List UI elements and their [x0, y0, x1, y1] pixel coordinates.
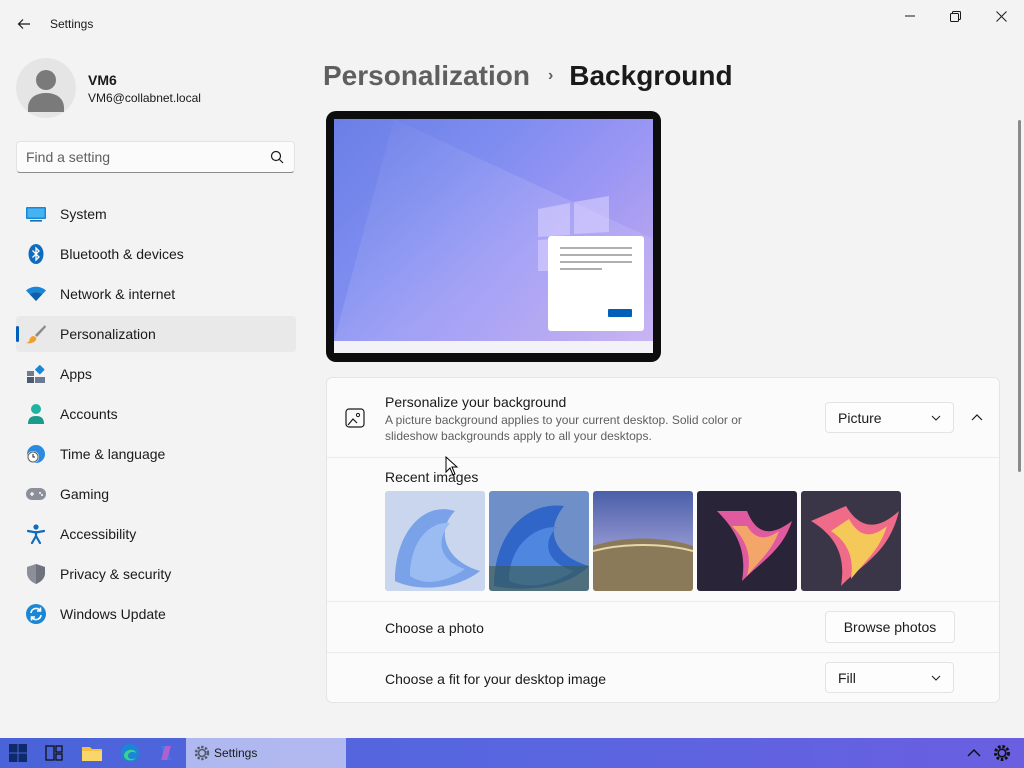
shield-icon [26, 564, 46, 584]
minimize-icon [905, 15, 915, 17]
sidebar-item-label: Personalization [60, 326, 156, 342]
chevron-up-icon [971, 414, 983, 421]
taskbar-settings-app[interactable]: Settings [186, 738, 346, 768]
accessibility-icon [26, 524, 46, 544]
wifi-icon [26, 284, 46, 304]
breadcrumb-parent[interactable]: Personalization [323, 60, 530, 92]
globe-clock-icon [26, 444, 46, 464]
search-box[interactable] [16, 141, 295, 173]
apps-icon [26, 364, 46, 384]
sidebar-item-personalization[interactable]: Personalization [16, 316, 296, 352]
user-email: VM6@collabnet.local [88, 91, 201, 105]
task-view-icon[interactable] [44, 743, 64, 763]
sidebar-item-label: Windows Update [60, 606, 166, 622]
sidebar-item-bluetooth[interactable]: Bluetooth & devices [16, 236, 296, 272]
sidebar-item-network[interactable]: Network & internet [16, 276, 296, 312]
fit-dropdown[interactable]: Fill [825, 662, 954, 693]
divider [327, 652, 999, 653]
sidebar-item-label: Apps [60, 366, 92, 382]
user-silhouette-icon [28, 70, 64, 112]
brush-icon [26, 324, 46, 344]
sidebar-item-label: Bluetooth & devices [60, 246, 184, 262]
divider [327, 601, 999, 602]
system-icon [26, 204, 46, 224]
user-name: VM6 [88, 72, 117, 88]
close-button[interactable] [978, 4, 1024, 28]
update-icon [26, 604, 46, 624]
edge-icon[interactable] [120, 743, 140, 763]
chevron-right-icon: › [547, 67, 554, 84]
bluetooth-icon [26, 244, 46, 264]
search-icon[interactable] [270, 150, 284, 164]
chevron-down-icon [931, 415, 941, 421]
gear-icon[interactable] [992, 743, 1012, 763]
close-icon [995, 10, 1007, 22]
sidebar-item-accounts[interactable]: Accounts [16, 396, 296, 432]
recent-images-list [385, 491, 901, 591]
personalize-background-row[interactable]: Personalize your background A picture ba… [327, 378, 999, 458]
sidebar-item-privacy[interactable]: Privacy & security [16, 556, 296, 592]
copilot-icon[interactable] [156, 743, 176, 763]
sidebar-nav: System Bluetooth & devices Network & int… [16, 196, 296, 636]
app-title: Settings [50, 17, 94, 31]
gamepad-icon [26, 484, 46, 504]
sidebar-item-time-language[interactable]: Time & language [16, 436, 296, 472]
maximize-button[interactable] [932, 4, 978, 28]
taskbar-app-label: Settings [214, 746, 258, 760]
page-title: Background [569, 60, 733, 91]
taskbar: Settings [0, 738, 1024, 768]
person-icon [26, 404, 46, 424]
fit-value: Fill [838, 670, 856, 686]
mouse-cursor-icon [445, 456, 459, 476]
sidebar-item-accessibility[interactable]: Accessibility [16, 516, 296, 552]
file-explorer-icon[interactable] [82, 743, 102, 763]
sidebar-item-label: Network & internet [60, 286, 176, 302]
fit-label: Choose a fit for your desktop image [385, 671, 607, 687]
background-settings-card: Personalize your background A picture ba… [326, 377, 1000, 703]
personalize-background-title: Personalize your background [385, 394, 567, 410]
browse-photos-button[interactable]: Browse photos [825, 611, 955, 643]
sidebar-item-windows-update[interactable]: Windows Update [16, 596, 296, 632]
chevron-up-icon[interactable] [964, 743, 984, 763]
sidebar-item-label: Gaming [60, 486, 110, 502]
search-input[interactable] [26, 142, 266, 172]
breadcrumb: Personalization › Background [323, 58, 733, 94]
preview-taskbar [334, 341, 653, 353]
back-button[interactable] [10, 12, 38, 36]
sidebar-item-label: Time & language [60, 446, 166, 462]
recent-image-thumbnail[interactable] [593, 491, 693, 591]
sidebar-item-apps[interactable]: Apps [16, 356, 296, 392]
sidebar-item-label: Accounts [60, 406, 118, 422]
preview-window-lines [560, 247, 632, 317]
scrollbar[interactable] [1018, 120, 1021, 472]
choose-photo-label: Choose a photo [385, 620, 484, 636]
minimize-button[interactable] [887, 4, 933, 28]
sidebar-item-label: Privacy & security [60, 566, 172, 582]
divider [327, 457, 999, 458]
settings-gear-icon [194, 745, 210, 761]
background-type-dropdown[interactable]: Picture [825, 402, 954, 433]
sidebar-item-gaming[interactable]: Gaming [16, 476, 296, 512]
recent-images-label: Recent images [385, 469, 479, 485]
recent-image-thumbnail[interactable] [489, 491, 589, 591]
recent-image-thumbnail[interactable] [385, 491, 485, 591]
restore-icon [949, 10, 961, 22]
back-arrow-icon [17, 19, 30, 29]
personalize-background-description: A picture background applies to your cur… [385, 413, 742, 443]
sidebar-item-system[interactable]: System [16, 196, 296, 232]
start-icon[interactable] [8, 743, 28, 763]
sidebar-item-label: Accessibility [60, 526, 137, 542]
avatar[interactable] [16, 58, 76, 118]
preview-window [548, 236, 644, 331]
background-type-value: Picture [838, 410, 882, 426]
recent-image-thumbnail[interactable] [697, 491, 797, 591]
sidebar-item-label: System [60, 206, 107, 222]
recent-image-thumbnail[interactable] [801, 491, 901, 591]
picture-icon [345, 408, 365, 428]
title-bar: Settings [0, 0, 1024, 48]
chevron-down-icon [931, 675, 941, 681]
collapse-button[interactable] [965, 406, 989, 430]
